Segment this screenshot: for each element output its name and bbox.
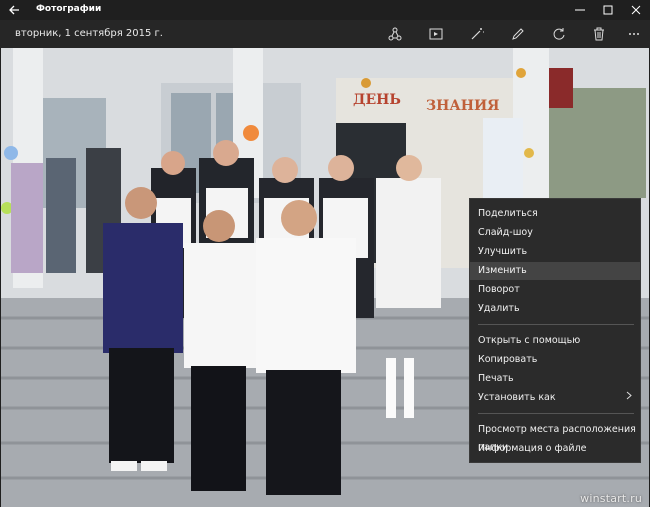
close-icon <box>631 5 641 15</box>
menu-item-file-info[interactable]: Информация о файле <box>470 440 640 458</box>
maximize-button[interactable] <box>594 0 622 20</box>
delete-button[interactable] <box>589 25 609 43</box>
menu-divider <box>478 413 634 414</box>
banner-word-2: ЗНАНИЯ <box>426 98 500 114</box>
app-title: Фотографии <box>36 4 102 14</box>
menu-divider <box>478 324 634 325</box>
minimize-button[interactable] <box>566 0 594 20</box>
menu-item-view-folder[interactable]: Просмотр места расположения папки <box>470 421 640 453</box>
menu-item-set-as[interactable]: Установить как <box>470 389 640 407</box>
menu-item-set-as-label: Установить как <box>478 392 556 403</box>
minimize-icon <box>575 9 585 11</box>
context-menu: Поделиться Слайд-шоу Улучшить Изменить П… <box>469 198 641 463</box>
menu-item-share[interactable]: Поделиться <box>470 205 640 223</box>
share-icon <box>388 27 402 41</box>
menu-item-rotate[interactable]: Поворот <box>470 281 640 299</box>
photo-toolbar: вторник, 1 сентября 2015 г. <box>0 20 650 48</box>
slideshow-icon <box>429 28 443 40</box>
menu-item-open-with[interactable]: Открыть с помощью <box>470 332 640 350</box>
banner-word-1: ДЕНЬ <box>353 92 401 108</box>
slideshow-button[interactable] <box>426 25 446 43</box>
menu-item-slideshow[interactable]: Слайд-шоу <box>470 224 640 242</box>
menu-item-delete[interactable]: Удалить <box>470 300 640 318</box>
back-button[interactable] <box>6 2 22 18</box>
more-icon <box>629 33 639 35</box>
more-button[interactable] <box>624 25 644 43</box>
menu-item-print[interactable]: Печать <box>470 370 640 388</box>
title-bar: Фотографии <box>0 0 650 20</box>
magic-wand-icon <box>471 28 484 40</box>
close-button[interactable] <box>622 0 650 20</box>
back-arrow-icon <box>9 5 19 15</box>
edit-button[interactable] <box>508 25 528 43</box>
menu-item-edit[interactable]: Изменить <box>470 262 640 280</box>
watermark: winstart.ru <box>580 492 642 505</box>
rotate-button[interactable] <box>549 25 569 43</box>
rotate-icon <box>553 28 565 40</box>
photo-date: вторник, 1 сентября 2015 г. <box>15 28 163 39</box>
maximize-icon <box>603 5 613 15</box>
menu-item-enhance[interactable]: Улучшить <box>470 243 640 261</box>
pencil-icon <box>512 28 524 40</box>
share-button[interactable] <box>385 25 405 43</box>
menu-item-copy[interactable]: Копировать <box>470 351 640 369</box>
enhance-button[interactable] <box>467 25 487 43</box>
chevron-right-icon <box>626 389 632 407</box>
trash-icon <box>594 27 604 41</box>
